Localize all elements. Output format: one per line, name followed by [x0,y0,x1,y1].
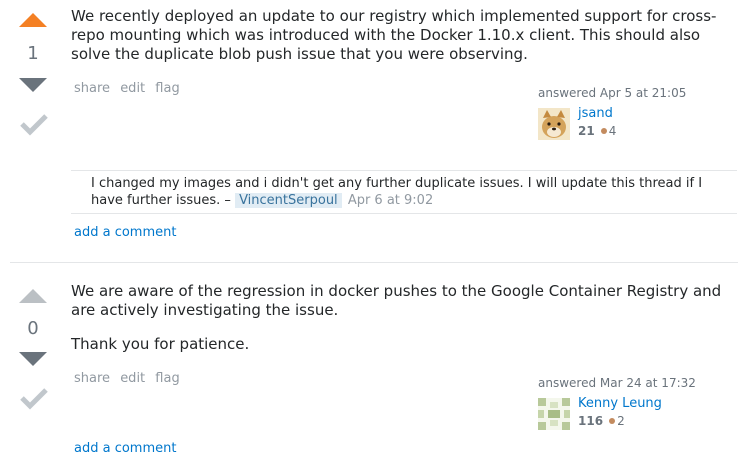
flag-link[interactable]: flag [155,371,179,386]
upvote-arrow-icon[interactable] [19,289,47,303]
downvote-arrow-icon[interactable] [19,78,47,92]
user-reputation: 116 2 [578,414,625,428]
answer-paragraph: Thank you for patience. [71,335,250,353]
add-comment-link[interactable]: add a comment [74,441,176,456]
share-link[interactable]: share [74,81,110,96]
bronze-badge-icon [609,418,616,424]
add-comment-link[interactable]: add a comment [74,225,176,240]
accept-check-icon[interactable] [19,386,49,410]
user-avatar[interactable] [538,108,570,140]
vote-count: 0 [27,318,39,339]
answer: 1 We recently deployed an update to our … [0,0,755,262]
answer-paragraph: We recently deployed an update to our re… [71,7,717,63]
answered-time: answered Mar 24 at 17:32 [538,376,696,390]
answer-body: We are aware of the regression in docker… [71,282,731,369]
user-avatar[interactable] [538,398,570,430]
comment: I changed my images and i didn't get any… [91,175,737,209]
bronze-badge-count: 2 [617,414,625,428]
post-menu: share edit flag [74,81,186,96]
comment-time: Apr 6 at 9:02 [347,193,434,208]
comment-user-link[interactable]: VincentSerpoul [235,193,342,208]
post-menu: share edit flag [74,371,186,386]
downvote-arrow-icon[interactable] [19,352,47,366]
share-link[interactable]: share [74,371,110,386]
user-reputation: 21 4 [578,124,616,138]
reputation-score: 21 [578,124,595,138]
answer-paragraph: We are aware of the regression in docker… [71,282,722,319]
answered-time: answered Apr 5 at 21:05 [538,86,687,100]
flag-link[interactable]: flag [155,81,179,96]
accept-check-icon[interactable] [19,112,49,136]
answer-body: We recently deployed an update to our re… [71,7,731,79]
user-name-link[interactable]: Kenny Leung [578,396,662,411]
comments-list: I changed my images and i didn't get any… [71,170,737,214]
user-name-link[interactable]: jsand [578,106,613,121]
bronze-badge-count: 4 [608,124,617,138]
edit-link[interactable]: edit [120,371,145,386]
user-signature: answered Apr 5 at 21:05 jsand 21 4 [538,86,738,140]
bronze-badge-icon [600,128,607,134]
vote-count: 1 [27,43,39,64]
user-signature: answered Mar 24 at 17:32 Kenny Leung 116… [538,376,738,430]
reputation-score: 116 [578,414,604,428]
edit-link[interactable]: edit [120,81,145,96]
answer: 0 We are aware of the regression in dock… [0,262,755,476]
upvote-arrow-icon[interactable] [19,13,47,27]
